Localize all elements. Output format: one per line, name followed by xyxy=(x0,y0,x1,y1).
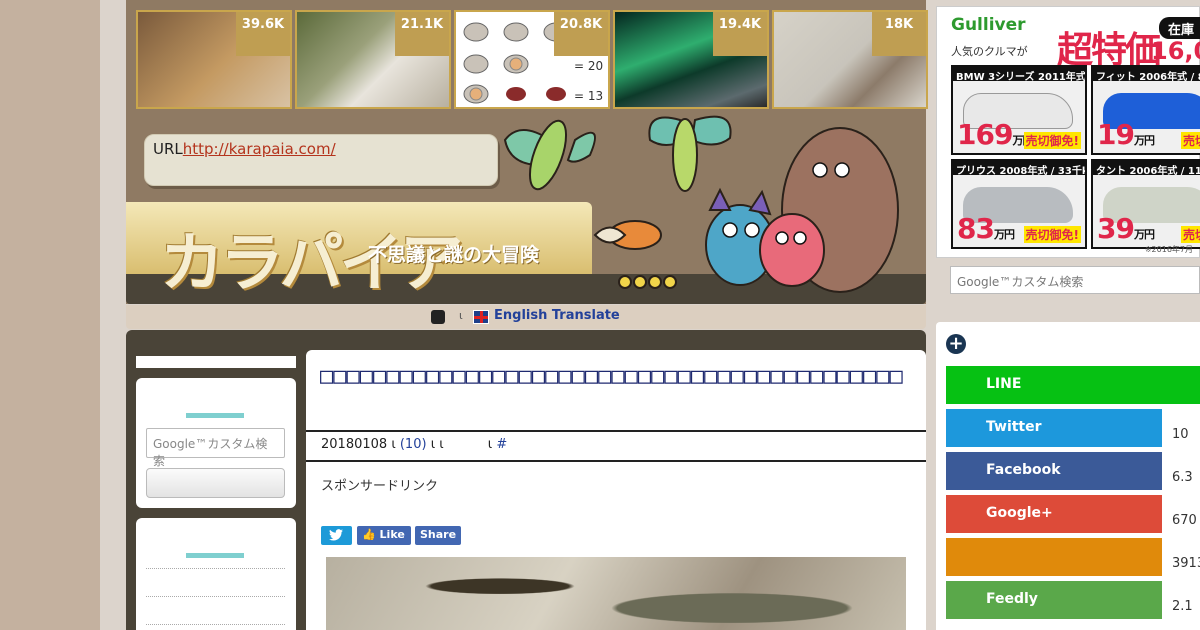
share-count: 6.3 xyxy=(1172,470,1193,485)
thumbs-up-icon: 👍 xyxy=(362,528,376,541)
meta-separator: ι ι xyxy=(430,437,444,452)
permalink-hash[interactable]: # xyxy=(496,437,507,452)
popular-thumb-5[interactable]: 18K xyxy=(772,10,928,109)
separator: ι xyxy=(459,309,463,322)
share-count: 2.1 xyxy=(1172,599,1193,614)
english-translate-link[interactable]: English Translate xyxy=(494,308,620,323)
car-price: 19万円 xyxy=(1097,118,1155,151)
sidebar-top-strip xyxy=(136,356,296,368)
widget-heading-bar xyxy=(186,553,244,558)
sidebar-search-widget: Google™カスタム検索 xyxy=(136,378,296,508)
car-price: 169万円 xyxy=(957,118,1033,151)
facebook-share-button[interactable]: Share xyxy=(415,526,461,545)
list-divider xyxy=(146,568,285,569)
url-prefix: URL xyxy=(153,140,183,158)
car-title: BMW 3シリーズ 2011年式 / 31千km xyxy=(953,67,1085,83)
post-date: 20180108 xyxy=(321,437,388,452)
svg-text:= 20: = 20 xyxy=(574,59,603,73)
ad-car-card[interactable]: プリウス 2008年式 / 33千km 83万円 売切御免! xyxy=(951,159,1087,249)
car-price: 39万円 xyxy=(1097,212,1155,245)
view-count: 18K xyxy=(872,12,926,56)
view-count: 20.8K xyxy=(554,12,608,56)
left-gutter xyxy=(0,0,100,630)
list-divider xyxy=(146,596,285,597)
tweet-button[interactable] xyxy=(321,526,352,545)
list-divider xyxy=(146,624,285,625)
sold-badge: 売切御 xyxy=(1180,132,1200,149)
article-meta: 20180108 ι (10) ι ι ι # xyxy=(321,437,507,452)
price-value: 39 xyxy=(1097,212,1135,245)
car-title: プリウス 2008年式 / 33千km xyxy=(953,161,1085,177)
comment-count-link[interactable]: (10) xyxy=(400,437,427,452)
popular-thumb-2[interactable]: 21.1K xyxy=(295,10,451,109)
article: □□□□□□□□□□□□□□□□□□□□□□□□□□□□□□□□□□□□□□□□… xyxy=(306,350,926,630)
popular-thumb-4[interactable]: 19.4K xyxy=(613,10,769,109)
car-title: タント 2006年式 / 11 xyxy=(1093,161,1200,177)
plus-icon[interactable]: + xyxy=(946,334,966,354)
share-label: Google+ xyxy=(946,495,1162,533)
ad-brand: Gulliver xyxy=(951,15,1026,35)
widget-heading-bar xyxy=(186,413,244,418)
ad-car-card[interactable]: フィット 2006年式 / 8 19万円 売切御 xyxy=(1091,65,1200,155)
view-count: 39.6K xyxy=(236,12,290,56)
meta-separator: ι xyxy=(391,437,396,452)
price-value: 83 xyxy=(957,212,995,245)
ad-footnote: ※2016年7月 xyxy=(1144,245,1193,254)
price-value: 169 xyxy=(957,118,1013,151)
view-count: 19.4K xyxy=(713,12,767,56)
ad-car-card[interactable]: BMW 3シリーズ 2011年式 / 31千km 169万円 売切御免! xyxy=(951,65,1087,155)
ad-stock-badge: 在庫 xyxy=(1159,17,1200,39)
share-label xyxy=(946,538,1162,576)
ad-stock-count: 16,000 xyxy=(1151,37,1200,65)
article-title[interactable]: □□□□□□□□□□□□□□□□□□□□□□□□□□□□□□□□□□□□□□□□… xyxy=(320,362,910,391)
translate-bar: ι English Translate xyxy=(126,305,926,329)
view-count: 21.1K xyxy=(395,12,449,56)
sold-badge: 売切御免! xyxy=(1023,132,1081,149)
share-label: LINE xyxy=(946,366,1200,404)
meta-divider xyxy=(306,460,926,462)
price-unit: 万円 xyxy=(993,228,1015,241)
twitter-bird-icon xyxy=(329,529,343,541)
share-count: 670 xyxy=(1172,513,1197,528)
price-unit: 万円 xyxy=(1133,228,1155,241)
article-hero-image xyxy=(326,557,906,630)
uk-flag-icon xyxy=(473,310,489,324)
mascot-illustration xyxy=(503,115,899,293)
meta-separator: ι xyxy=(487,437,493,452)
popular-thumb-3[interactable]: = 20 = 13 20.8K xyxy=(454,10,610,109)
sponsored-link-label: スポンサードリンク xyxy=(321,479,439,494)
sold-badge: 売切御免! xyxy=(1023,226,1081,243)
like-label: Like xyxy=(379,528,405,541)
svg-text:= 13: = 13 xyxy=(574,89,603,103)
site-url-link[interactable]: http://karapaia.com/ xyxy=(183,140,336,158)
share-label: Facebook xyxy=(946,452,1162,490)
price-value: 19 xyxy=(1097,118,1135,151)
url-box: URLhttp://karapaia.com/ xyxy=(144,134,498,186)
popular-thumb-1[interactable]: 39.6K xyxy=(136,10,292,109)
ad-car-card[interactable]: タント 2006年式 / 11 39万円 売切御 xyxy=(1091,159,1200,249)
url-label: URLhttp://karapaia.com/ xyxy=(153,140,336,158)
gulliver-ad[interactable]: Gulliver 人気のクルマが 超特価 在庫 16,000 BMW 3シリーズ… xyxy=(936,6,1200,258)
price-unit: 万円 xyxy=(1133,134,1155,147)
google-search-input[interactable]: Google™カスタム検索 xyxy=(950,266,1200,294)
sidebar-search-button[interactable] xyxy=(146,468,285,498)
car-price: 83万円 xyxy=(957,212,1015,245)
sold-badge: 売切御 xyxy=(1180,226,1200,243)
title-divider xyxy=(306,430,926,432)
share-panel: + LINE Twitter 10 Facebook 6.3 Google+ 6… xyxy=(936,322,1200,630)
share-label: Feedly xyxy=(946,581,1162,619)
share-count: 10 xyxy=(1172,427,1189,442)
sidebar-list-widget xyxy=(136,518,296,630)
sidebar-search-input[interactable]: Google™カスタム検索 xyxy=(146,428,285,468)
car-title: フィット 2006年式 / 8 xyxy=(1093,67,1200,83)
share-count: 3913 xyxy=(1172,556,1200,571)
globe-icon[interactable] xyxy=(431,310,445,324)
facebook-like-button[interactable]: 👍 Like xyxy=(357,526,411,545)
ad-subtitle: 人気のクルマが xyxy=(951,45,1028,58)
share-label: Twitter xyxy=(946,409,1162,447)
